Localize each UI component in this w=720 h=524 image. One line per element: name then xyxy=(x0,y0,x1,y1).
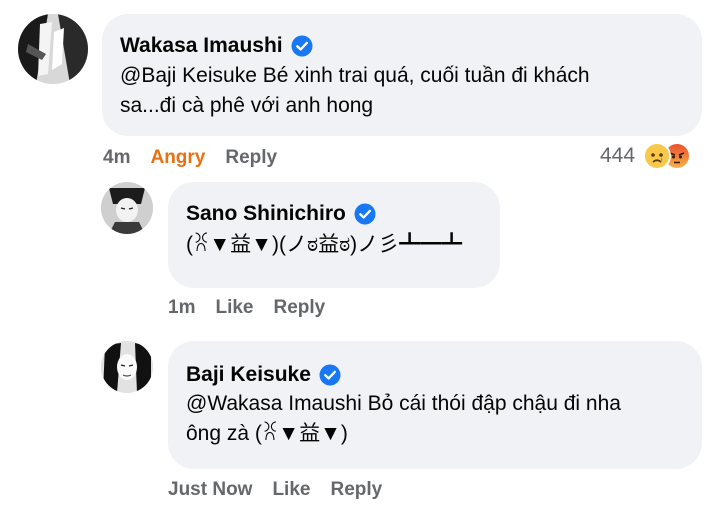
reaction-count: 444 xyxy=(600,144,636,167)
author-name[interactable]: Wakasa Imaushi xyxy=(120,33,283,59)
avatar-sano[interactable] xyxy=(101,182,153,234)
avatar-baji[interactable] xyxy=(101,341,153,393)
author-name[interactable]: Sano Shinichiro xyxy=(186,201,346,227)
comment-actions: 4m Angry Reply xyxy=(103,147,277,169)
verified-badge-icon xyxy=(319,364,341,386)
comment-time[interactable]: Just Now xyxy=(168,479,252,501)
verified-badge-icon xyxy=(291,35,313,57)
avatar-wakasa[interactable] xyxy=(18,14,88,84)
like-button[interactable]: Like xyxy=(215,297,253,319)
author-name[interactable]: Baji Keisuke xyxy=(186,362,311,388)
comment-time[interactable]: 1m xyxy=(168,297,195,319)
comment-time[interactable]: 4m xyxy=(103,147,130,169)
verified-badge-icon xyxy=(354,203,376,225)
comment-text-line: @Baji Keisuke Bé xinh trai quá, cuối tuầ… xyxy=(120,64,590,87)
reply-button[interactable]: Reply xyxy=(330,479,382,501)
comment-text-line: (ꐦ▼益▼)(ノಠ益ಠ)ノ彡┻━┻ xyxy=(186,233,463,256)
comment-actions: 1m Like Reply xyxy=(168,297,325,319)
comment-text: (ꐦ▼益▼)(ノಠ益ಠ)ノ彡┻━┻ xyxy=(186,230,462,260)
comment-author[interactable]: Sano Shinichiro xyxy=(186,201,376,227)
comment-author[interactable]: Wakasa Imaushi xyxy=(120,33,313,59)
reply-button[interactable]: Reply xyxy=(225,147,277,169)
sad-face-icon xyxy=(643,142,672,170)
like-button[interactable]: Like xyxy=(272,479,310,501)
comment-actions: Just Now Like Reply xyxy=(168,479,382,501)
comment-text: @Wakasa Imaushi Bỏ cái thói đập chậu đi … xyxy=(186,389,621,449)
comment-text-line: @Wakasa Imaushi Bỏ cái thói đập chậu đi … xyxy=(186,392,621,415)
comment-text: @Baji Keisuke Bé xinh trai quá, cuối tuầ… xyxy=(120,61,590,121)
reaction-summary[interactable]: 444 xyxy=(600,142,692,170)
comment-text-line: ông zà (ꐦ▼益▼) xyxy=(186,422,348,445)
comment-author[interactable]: Baji Keisuke xyxy=(186,362,341,388)
reply-button[interactable]: Reply xyxy=(274,297,326,319)
angry-reaction-button[interactable]: Angry xyxy=(150,147,205,169)
comment-text-line: sa...đi cà phê với anh hong xyxy=(120,94,374,117)
